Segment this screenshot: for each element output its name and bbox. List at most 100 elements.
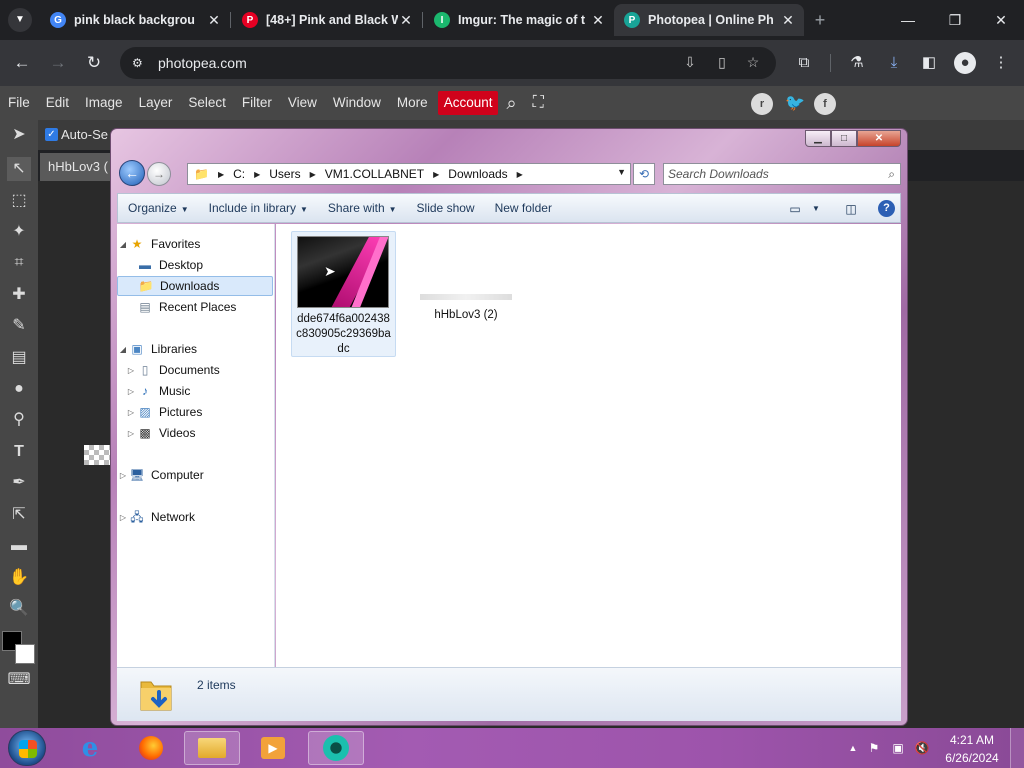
breadcrumb-arrow-icon[interactable]: ▶: [215, 170, 227, 179]
explorer-search-input[interactable]: Search Downloads ⌕: [663, 163, 901, 185]
collapsed-triangle-icon[interactable]: ▷: [125, 429, 137, 438]
menu-file[interactable]: File: [0, 86, 38, 120]
browser-tab-1[interactable]: G pink black backgrou ✕: [40, 4, 230, 36]
move-tool-icon[interactable]: ➤: [7, 123, 31, 147]
start-button[interactable]: [8, 730, 46, 766]
chrome-menu-kebab-icon[interactable]: ⋮: [990, 52, 1012, 74]
search-icon[interactable]: ⌕: [498, 86, 524, 120]
explorer-close-icon[interactable]: ✕: [857, 130, 901, 147]
window-minimize-icon[interactable]: —: [893, 8, 923, 32]
file-item[interactable]: ➤ dde674f6a002438c830905c29369badc: [291, 231, 396, 357]
nav-desktop[interactable]: ▬ Desktop: [117, 255, 273, 275]
collapsed-triangle-icon[interactable]: ▷: [125, 387, 137, 396]
nav-favorites[interactable]: ◢ ★ Favorites: [117, 234, 273, 254]
breadcrumb-user[interactable]: VM1.COLLABNET: [319, 167, 430, 181]
keyboard-icon[interactable]: ⌨: [7, 668, 31, 692]
fullscreen-icon[interactable]: ⛶: [525, 86, 552, 120]
collapsed-triangle-icon[interactable]: ▷: [117, 471, 129, 480]
collapsed-triangle-icon[interactable]: ▷: [125, 366, 137, 375]
back-arrow-icon[interactable]: ←: [9, 50, 35, 76]
tab-search-chevron-icon[interactable]: ▼: [8, 8, 32, 32]
marquee-tool-icon[interactable]: ⬚: [7, 189, 31, 213]
breadcrumb-arrow-icon[interactable]: ▶: [514, 170, 526, 179]
view-chevron-down-icon[interactable]: ▼: [810, 200, 822, 218]
twitter-icon[interactable]: 🐦: [784, 93, 806, 115]
shape-tool-icon[interactable]: ▬: [7, 534, 31, 558]
reddit-icon[interactable]: r: [751, 93, 773, 115]
breadcrumb-downloads[interactable]: Downloads: [442, 167, 513, 181]
chrome-taskbar-icon[interactable]: [308, 731, 364, 765]
show-desktop-button[interactable]: [1010, 728, 1024, 768]
menu-filter[interactable]: Filter: [234, 86, 280, 120]
tab-close-icon[interactable]: ✕: [780, 12, 796, 29]
tab-close-icon[interactable]: ✕: [590, 12, 606, 29]
auto-select-checkbox[interactable]: ✓: [45, 128, 58, 141]
window-close-icon[interactable]: ✕: [986, 8, 1016, 32]
share-with-button[interactable]: Share with ▼: [318, 193, 407, 223]
expanded-triangle-icon[interactable]: ◢: [117, 240, 129, 249]
preview-pane-icon[interactable]: ◫: [842, 200, 860, 218]
new-tab-plus-icon[interactable]: +: [810, 8, 830, 32]
browser-tab-2[interactable]: P [48+] Pink and Black W ✕: [232, 4, 422, 36]
crop-tool-icon[interactable]: ⌗: [7, 251, 31, 275]
dodge-tool-icon[interactable]: ⚲: [7, 408, 31, 432]
menu-edit[interactable]: Edit: [38, 86, 77, 120]
nav-libraries[interactable]: ◢ ▣ Libraries: [117, 339, 273, 359]
document-tab[interactable]: hHbLov3 (: [40, 153, 115, 181]
show-hidden-icons-chevron-icon[interactable]: ▲: [845, 740, 861, 756]
collapsed-triangle-icon[interactable]: ▷: [117, 513, 129, 522]
breadcrumb-arrow-icon[interactable]: ▶: [307, 170, 319, 179]
nav-network[interactable]: ▷ 🖧 Network: [117, 507, 273, 527]
browser-tab-4-active[interactable]: P Photopea | Online Ph ✕: [614, 4, 804, 36]
action-center-flag-icon[interactable]: ⚑: [866, 740, 882, 756]
breadcrumb-drive[interactable]: C:: [227, 167, 251, 181]
extensions-puzzle-icon[interactable]: ⧉: [793, 52, 815, 74]
slide-show-button[interactable]: Slide show: [407, 193, 485, 223]
window-restore-icon[interactable]: ❐: [940, 8, 970, 32]
path-select-tool-icon[interactable]: ⇱: [7, 503, 31, 527]
site-info-tune-icon[interactable]: ⚙: [132, 56, 150, 70]
nav-documents[interactable]: ▷ ▯ Documents: [117, 360, 273, 380]
view-options-icon[interactable]: ▭: [786, 200, 804, 218]
internet-explorer-taskbar-icon[interactable]: e: [62, 731, 118, 765]
blur-drop-tool-icon[interactable]: ●: [7, 377, 31, 401]
nav-pictures[interactable]: ▷ ▨ Pictures: [117, 402, 273, 422]
install-app-icon[interactable]: ⇩: [681, 54, 699, 72]
page-document-icon[interactable]: ▯: [713, 54, 731, 72]
reload-icon[interactable]: ↻: [81, 50, 107, 76]
breadcrumb-users[interactable]: Users: [263, 167, 306, 181]
file-item[interactable]: hHbLov3 (2): [416, 294, 516, 334]
hand-tool-icon[interactable]: ✋: [7, 566, 31, 590]
profile-avatar-icon[interactable]: ●: [954, 52, 976, 74]
background-color-swatch[interactable]: [15, 644, 35, 664]
explorer-back-icon[interactable]: ←: [119, 160, 145, 186]
browser-tab-3[interactable]: I Imgur: The magic of t ✕: [424, 4, 614, 36]
forward-arrow-icon[interactable]: →: [45, 50, 71, 76]
nav-music[interactable]: ▷ ♪ Music: [117, 381, 273, 401]
gradient-tool-icon[interactable]: ▤: [7, 346, 31, 370]
network-tray-icon[interactable]: ▣: [890, 740, 906, 756]
menu-layer[interactable]: Layer: [131, 86, 181, 120]
breadcrumb-arrow-icon[interactable]: ▶: [251, 170, 263, 179]
bookmark-star-icon[interactable]: ☆: [744, 54, 762, 72]
nav-videos[interactable]: ▷ ▩ Videos: [117, 423, 273, 443]
include-in-library-button[interactable]: Include in library ▼: [199, 193, 318, 223]
facebook-icon[interactable]: f: [814, 93, 836, 115]
collapsed-triangle-icon[interactable]: ▷: [125, 408, 137, 417]
nav-computer[interactable]: ▷ 🖥 Computer: [117, 465, 273, 485]
search-icon[interactable]: ⌕: [888, 164, 895, 184]
select-tool-icon[interactable]: ↖: [7, 157, 31, 181]
tab-close-icon[interactable]: ✕: [206, 12, 222, 29]
menu-view[interactable]: View: [280, 86, 325, 120]
firefox-taskbar-icon[interactable]: [123, 731, 179, 765]
menu-more[interactable]: More: [389, 86, 436, 120]
organize-button[interactable]: Organize ▼: [118, 193, 199, 223]
side-panel-icon[interactable]: ◧: [918, 52, 940, 74]
file-explorer-taskbar-icon[interactable]: [184, 731, 240, 765]
explorer-address-bar[interactable]: 📁 ▶ C: ▶ Users ▶ VM1.COLLABNET ▶ Downloa…: [187, 163, 631, 185]
volume-muted-icon[interactable]: 🔇: [914, 740, 930, 756]
address-bar[interactable]: ⚙ photopea.com ⇩ ▯ ☆: [120, 47, 776, 79]
help-icon[interactable]: ?: [878, 200, 895, 217]
account-button[interactable]: Account: [437, 91, 499, 115]
pen-tool-icon[interactable]: ✒: [7, 471, 31, 495]
